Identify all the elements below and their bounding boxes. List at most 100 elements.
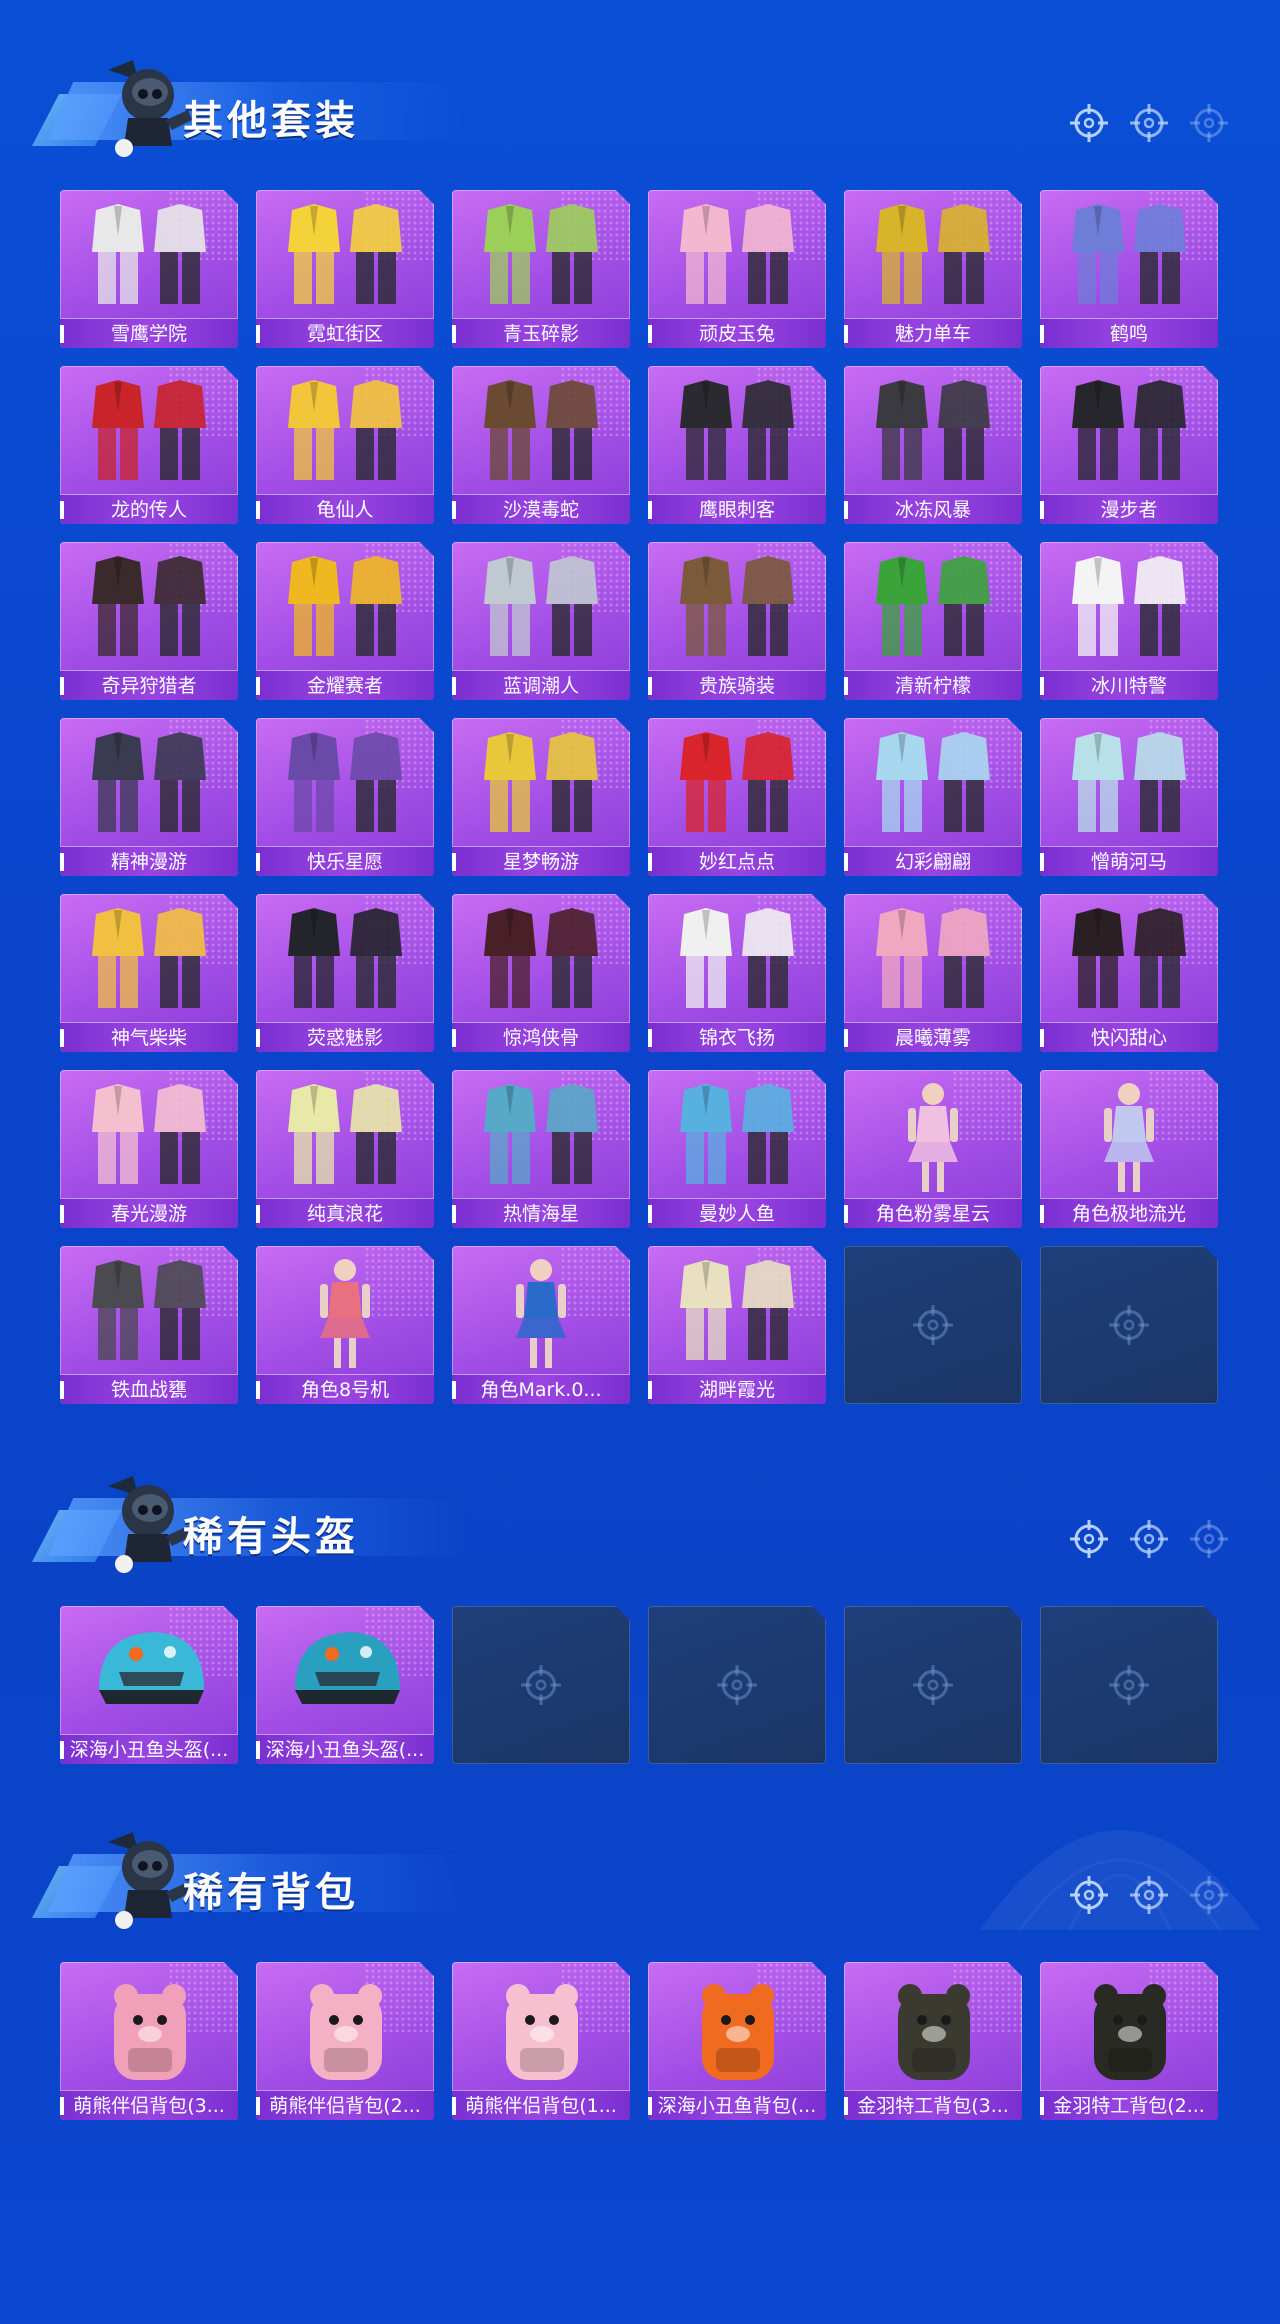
item-card[interactable]: 热情海星 [452, 1070, 630, 1228]
item-name: 惊鸿侠骨 [452, 1022, 630, 1052]
item-card[interactable]: 角色Mark.0... [452, 1246, 630, 1404]
item-name: 荧惑魅影 [256, 1022, 434, 1052]
item-card[interactable]: 金羽特工背包(2... [1040, 1962, 1218, 2120]
item-card[interactable]: 角色粉雾星云 [844, 1070, 1022, 1228]
item-name: 妙红点点 [648, 846, 826, 876]
item-name: 纯真浪花 [256, 1198, 434, 1228]
crosshair-icon [1068, 102, 1110, 144]
item-card[interactable]: 纯真浪花 [256, 1070, 434, 1228]
item-card[interactable]: 鹰眼刺客 [648, 366, 826, 524]
item-name: 顽皮玉兔 [648, 318, 826, 348]
item-card[interactable]: 鹤鸣 [1040, 190, 1218, 348]
outfit-icon [92, 380, 206, 480]
item-name: 角色Mark.0... [452, 1374, 630, 1404]
section-title: 稀有背包 [183, 1870, 359, 1916]
item-name: 角色极地流光 [1040, 1198, 1218, 1228]
item-name: 雪鹰学院 [60, 318, 238, 348]
item-card[interactable]: 锦衣飞扬 [648, 894, 826, 1052]
item-name: 幻彩翩翩 [844, 846, 1022, 876]
item-card[interactable]: 奇异狩猎者 [60, 542, 238, 700]
item-name: 霓虹街区 [256, 318, 434, 348]
item-card[interactable]: 晨曦薄雾 [844, 894, 1022, 1052]
item-card[interactable]: 快闪甜心 [1040, 894, 1218, 1052]
item-card[interactable]: 曼妙人鱼 [648, 1070, 826, 1228]
item-name: 龙的传人 [60, 494, 238, 524]
item-card[interactable]: 顽皮玉兔 [648, 190, 826, 348]
item-card[interactable]: 妙红点点 [648, 718, 826, 876]
item-card[interactable]: 沙漠毒蛇 [452, 366, 630, 524]
item-name: 快乐星愿 [256, 846, 434, 876]
item-card[interactable]: 龙的传人 [60, 366, 238, 524]
item-card[interactable]: 快乐星愿 [256, 718, 434, 876]
item-card[interactable]: 角色8号机 [256, 1246, 434, 1404]
outfit-icon [288, 1084, 402, 1184]
item-name: 蓝调潮人 [452, 670, 630, 700]
item-name: 魅力单车 [844, 318, 1022, 348]
item-name: 憎萌河马 [1040, 846, 1218, 876]
crosshair-icon [1107, 1663, 1151, 1707]
section-header: 其他套装 [28, 50, 468, 160]
empty-slot [1040, 1606, 1218, 1764]
outfit-icon [1072, 908, 1186, 1008]
item-name: 深海小丑鱼头盔(... [60, 1734, 238, 1764]
item-card[interactable]: 萌熊伴侣背包(2... [256, 1962, 434, 2120]
empty-slot [452, 1606, 630, 1764]
item-name: 贵族骑装 [648, 670, 826, 700]
item-card[interactable]: 神气柴柴 [60, 894, 238, 1052]
crosshair-icon [911, 1303, 955, 1347]
outfit-icon [876, 732, 990, 832]
crosshair-icon [1128, 1874, 1170, 1916]
outfit-icon [1072, 732, 1186, 832]
item-card[interactable]: 冰川特警 [1040, 542, 1218, 700]
item-name: 沙漠毒蛇 [452, 494, 630, 524]
item-name: 漫步者 [1040, 494, 1218, 524]
item-card[interactable]: 魅力单车 [844, 190, 1022, 348]
item-card[interactable]: 星梦畅游 [452, 718, 630, 876]
item-card[interactable]: 憎萌河马 [1040, 718, 1218, 876]
item-card[interactable]: 深海小丑鱼头盔(... [256, 1606, 434, 1764]
item-card[interactable]: 冰冻风暴 [844, 366, 1022, 524]
item-card[interactable]: 贵族骑装 [648, 542, 826, 700]
item-card[interactable]: 惊鸿侠骨 [452, 894, 630, 1052]
outfit-icon [484, 1084, 598, 1184]
item-name: 清新柠檬 [844, 670, 1022, 700]
item-card[interactable]: 深海小丑鱼头盔(... [60, 1606, 238, 1764]
reticle-indicators [1068, 1518, 1230, 1560]
outfit-icon [680, 380, 794, 480]
item-name: 快闪甜心 [1040, 1022, 1218, 1052]
item-card[interactable]: 金羽特工背包(3... [844, 1962, 1022, 2120]
item-card[interactable]: 角色极地流光 [1040, 1070, 1218, 1228]
item-card[interactable]: 霓虹街区 [256, 190, 434, 348]
soldier-mascot-icon [108, 1476, 192, 1573]
item-name: 铁血战甕 [60, 1374, 238, 1404]
item-card[interactable]: 萌熊伴侣背包(3... [60, 1962, 238, 2120]
crosshair-icon [1128, 1518, 1170, 1560]
item-name: 深海小丑鱼背包(... [648, 2090, 826, 2120]
item-card[interactable]: 荧惑魅影 [256, 894, 434, 1052]
item-card[interactable]: 精神漫游 [60, 718, 238, 876]
item-card[interactable]: 雪鹰学院 [60, 190, 238, 348]
item-card[interactable]: 深海小丑鱼背包(... [648, 1962, 826, 2120]
item-card[interactable]: 铁血战甕 [60, 1246, 238, 1404]
item-card[interactable]: 青玉碎影 [452, 190, 630, 348]
item-name: 萌熊伴侣背包(2... [256, 2090, 434, 2120]
item-card[interactable]: 龟仙人 [256, 366, 434, 524]
section-0: 其他套装 雪鹰学院 霓虹街区 青玉碎影 顽皮玉兔 魅力单车 鹤鸣 龙的传人 龟仙… [0, 50, 1280, 1422]
item-card[interactable]: 清新柠檬 [844, 542, 1022, 700]
item-card[interactable]: 金耀赛者 [256, 542, 434, 700]
section-title: 其他套装 [183, 98, 359, 144]
backpack-icon [898, 1984, 970, 2080]
crosshair-icon [519, 1663, 563, 1707]
item-card[interactable]: 漫步者 [1040, 366, 1218, 524]
item-card[interactable]: 萌熊伴侣背包(1... [452, 1962, 630, 2120]
item-card[interactable]: 蓝调潮人 [452, 542, 630, 700]
soldier-mascot-icon [108, 1832, 192, 1929]
helmet-icon [295, 1632, 400, 1704]
empty-slot [1040, 1246, 1218, 1404]
outfit-icon [288, 556, 402, 656]
item-card[interactable]: 幻彩翩翩 [844, 718, 1022, 876]
item-card[interactable]: 湖畔霞光 [648, 1246, 826, 1404]
item-card[interactable]: 春光漫游 [60, 1070, 238, 1228]
item-name: 冰冻风暴 [844, 494, 1022, 524]
outfit-icon [680, 556, 794, 656]
